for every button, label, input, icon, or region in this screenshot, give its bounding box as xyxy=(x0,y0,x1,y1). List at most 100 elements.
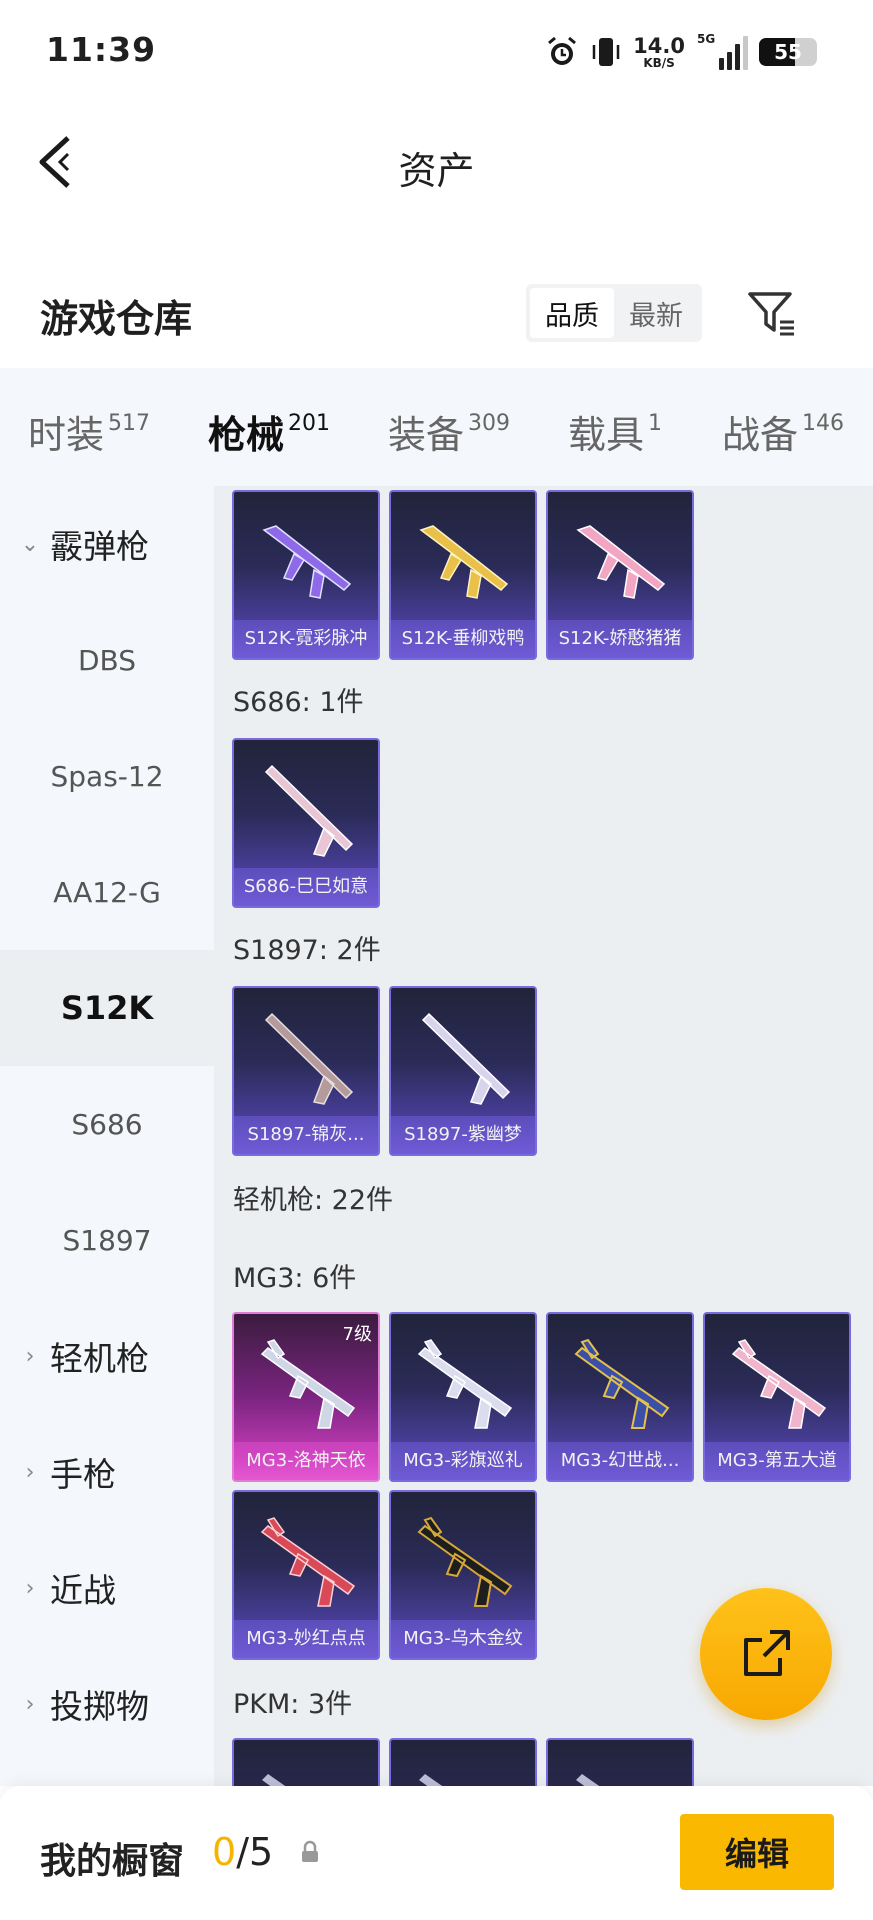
weapon-image xyxy=(260,1517,356,1607)
tab-supplies[interactable]: 战备 146 xyxy=(722,404,844,459)
weapon-image xyxy=(419,1774,443,1786)
weapon-image xyxy=(262,1774,286,1786)
tab-fashion-label: 时装 xyxy=(28,413,105,457)
skin-card[interactable] xyxy=(546,1738,694,1786)
skin-name: MG3-幻世战... xyxy=(548,1442,692,1480)
chevron-down-icon: ⌄ xyxy=(20,531,40,557)
weapon-image xyxy=(417,1516,513,1607)
sort-toggle: 品质 最新 xyxy=(526,284,702,342)
skin-name: MG3-彩旗巡礼 xyxy=(391,1442,535,1480)
edit-button[interactable]: 编辑 xyxy=(680,1814,834,1890)
skin-name: S686-巳巳如意 xyxy=(234,868,378,906)
sidebar-group-label: 霰弹枪 xyxy=(50,527,149,566)
showcase-count: 0/5 xyxy=(212,1830,273,1874)
tab-vehicles-label: 载具 xyxy=(568,413,645,457)
skin-card[interactable] xyxy=(232,1738,380,1786)
skin-card[interactable]: MG3-乌木金纹 xyxy=(389,1490,537,1660)
skin-name: MG3-洛神天依 xyxy=(234,1442,378,1480)
chevron-right-icon: › xyxy=(25,1691,35,1717)
section-header-mg3: MG3: 6件 xyxy=(233,1263,357,1294)
tab-fashion[interactable]: 时装 517 xyxy=(28,404,150,459)
skin-card[interactable]: S12K-娇憨猪猪 xyxy=(546,490,694,660)
chevron-right-icon: › xyxy=(25,1343,35,1369)
section-header-lmg: 轻机枪: 22件 xyxy=(233,1185,394,1216)
weapon-image xyxy=(260,1339,356,1429)
showcase-count-current: 0 xyxy=(212,1830,237,1874)
weapon-image xyxy=(264,764,354,857)
filter-icon[interactable] xyxy=(746,288,798,340)
section-header-s1897: S1897: 2件 xyxy=(233,935,381,966)
skin-card[interactable]: 7级 MG3-洛神天依 xyxy=(232,1312,380,1482)
skin-card[interactable] xyxy=(389,1738,537,1786)
tab-firearms[interactable]: 枪械 201 xyxy=(208,404,331,501)
sidebar-group-label: 近战 xyxy=(50,1571,116,1610)
sidebar-group-label: 手枪 xyxy=(50,1455,116,1494)
signal-icon: 5G xyxy=(697,32,748,70)
sidebar-group-throwables[interactable]: › 投掷物 xyxy=(0,1646,214,1762)
weapon-image xyxy=(262,525,352,599)
vault-title: 游戏仓库 xyxy=(40,297,193,341)
sort-option-quality[interactable]: 品质 xyxy=(530,288,614,338)
sort-option-latest[interactable]: 最新 xyxy=(614,288,698,338)
skin-name: MG3-乌木金纹 xyxy=(391,1620,535,1658)
section-header-s686: S686: 1件 xyxy=(233,687,364,718)
sidebar-group-lmg[interactable]: › 轻机枪 xyxy=(0,1298,214,1414)
skin-name: S1897-锦灰... xyxy=(234,1116,378,1154)
skin-card[interactable]: MG3-彩旗巡礼 xyxy=(389,1312,537,1482)
sidebar-item-aa12g[interactable]: AA12-G xyxy=(0,834,214,950)
sidebar-group-melee[interactable]: › 近战 xyxy=(0,1530,214,1646)
sidebar-group-label: 轻机枪 xyxy=(50,1339,149,1378)
weapon-image xyxy=(419,525,509,599)
skin-card[interactable]: MG3-第五大道 xyxy=(703,1312,851,1482)
vault-header: 游戏仓库 品质 最新 xyxy=(0,270,873,360)
skin-name: S12K-垂柳戏鸭 xyxy=(391,620,535,658)
section-header-pkm: PKM: 3件 xyxy=(233,1689,353,1720)
weapon-sidebar: ⌄ 霰弹枪 DBS Spas-12 AA12-G S12K S686 S1897… xyxy=(0,486,214,1786)
weapon-image xyxy=(421,1012,511,1105)
tab-fashion-count: 517 xyxy=(108,411,151,436)
sidebar-group-shotgun[interactable]: ⌄ 霰弹枪 xyxy=(0,486,214,602)
weapon-image xyxy=(417,1339,513,1429)
alarm-icon xyxy=(548,36,577,65)
tab-equipment[interactable]: 装备 309 xyxy=(388,404,510,459)
skin-card[interactable]: S12K-垂柳戏鸭 xyxy=(389,490,537,660)
page-header: 资产 xyxy=(0,100,873,230)
weapon-image xyxy=(574,1338,670,1429)
skin-card[interactable]: S1897-锦灰... xyxy=(232,986,380,1156)
showcase-count-total: /5 xyxy=(236,1830,274,1874)
tab-equipment-count: 309 xyxy=(468,411,511,436)
sidebar-group-pistol[interactable]: › 手枪 xyxy=(0,1414,214,1530)
share-button[interactable] xyxy=(700,1588,832,1720)
skin-card[interactable]: MG3-幻世战... xyxy=(546,1312,694,1482)
showcase-bar: 我的橱窗 0/5 编辑 xyxy=(0,1786,873,1920)
skin-name: S12K-娇憨猪猪 xyxy=(548,620,692,658)
sidebar-item-spas12[interactable]: Spas-12 xyxy=(0,718,214,834)
showcase-label: 我的橱窗 xyxy=(40,1841,185,1882)
chevron-right-icon: › xyxy=(25,1459,35,1485)
skin-name: MG3-妙红点点 xyxy=(234,1620,378,1658)
status-time: 11:39 xyxy=(46,30,157,69)
sidebar-item-s1897[interactable]: S1897 xyxy=(0,1182,214,1298)
sidebar-group-label: 投掷物 xyxy=(50,1687,149,1726)
skin-card[interactable]: S1897-紫幽梦 xyxy=(389,986,537,1156)
skin-card[interactable]: MG3-妙红点点 xyxy=(232,1490,380,1660)
tab-firearms-label: 枪械 xyxy=(208,413,285,457)
skin-card[interactable]: S686-巳巳如意 xyxy=(232,738,380,908)
skin-card[interactable]: S12K-霓彩脉冲 xyxy=(232,490,380,660)
tab-vehicles[interactable]: 载具 1 xyxy=(568,404,662,459)
skin-name: MG3-第五大道 xyxy=(705,1442,849,1480)
sidebar-item-s12k[interactable]: S12K xyxy=(0,950,214,1066)
weapon-image xyxy=(264,1012,354,1105)
battery-level: 55 xyxy=(774,40,802,64)
network-speed-value: 14.0 xyxy=(633,33,685,58)
page-title: 资产 xyxy=(398,149,475,193)
sidebar-item-dbs[interactable]: DBS xyxy=(0,602,214,718)
status-bar: 11:39 14.0 KB/S 5G 55 xyxy=(0,0,873,100)
signal-label: 5G xyxy=(697,32,716,46)
tab-vehicles-count: 1 xyxy=(648,411,663,436)
sidebar-item-s686[interactable]: S686 xyxy=(0,1066,214,1182)
battery-icon: 55 xyxy=(759,38,817,66)
network-speed-unit: KB/S xyxy=(643,55,675,70)
skin-name: S12K-霓彩脉冲 xyxy=(234,620,378,658)
tab-firearms-count: 201 xyxy=(288,411,331,436)
